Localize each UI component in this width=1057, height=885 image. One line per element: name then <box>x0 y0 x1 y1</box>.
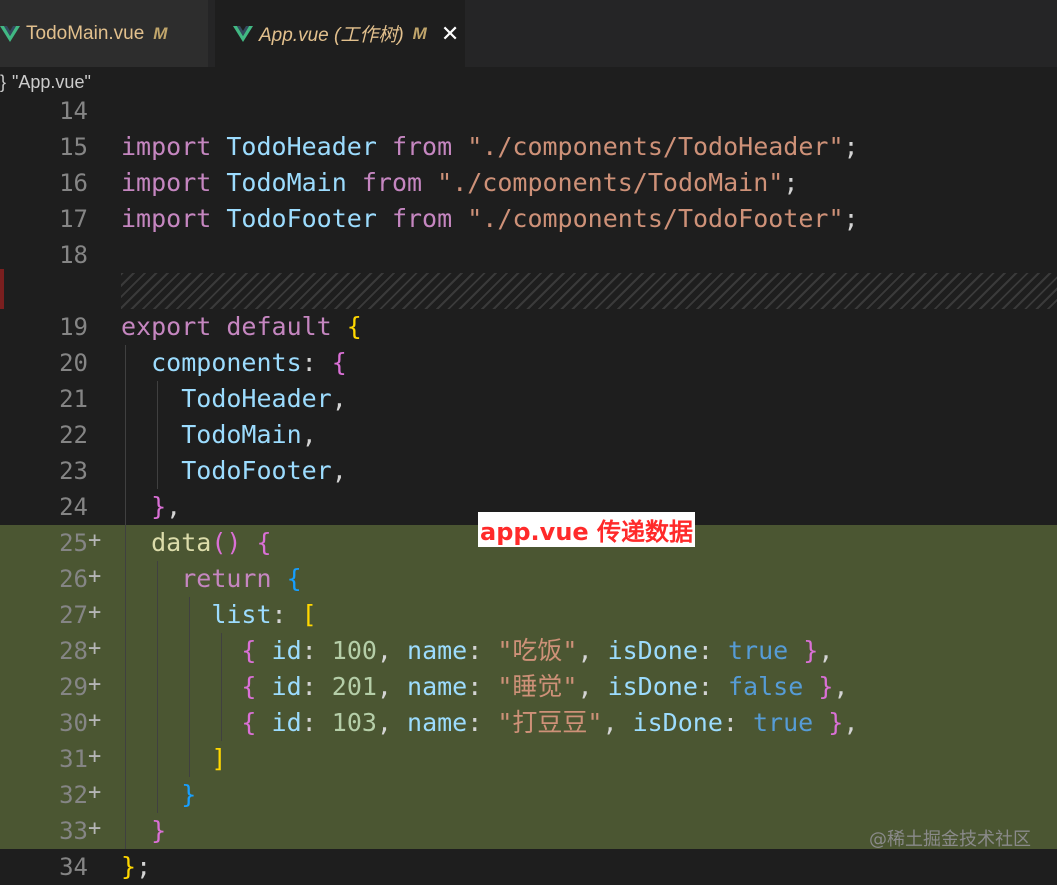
code-text: components: { <box>151 348 347 377</box>
vue-icon <box>233 25 253 42</box>
code-text: list: [ <box>211 600 317 629</box>
line-number: 15 <box>59 133 88 161</box>
line-number: 20 <box>59 349 88 377</box>
diff-deleted-region <box>121 273 1057 309</box>
tab-bar: TodoMain.vue M App.vue (工作树) M ✕ <box>0 0 1057 67</box>
code-text: import TodoFooter from "./components/Tod… <box>121 204 859 233</box>
code-line: 23 TodoFooter, <box>0 453 1057 489</box>
indent-guide <box>157 381 158 489</box>
watermark: @稀土掘金技术社区 <box>869 829 1031 850</box>
indent-guide <box>189 597 190 777</box>
code-text: import TodoMain from "./components/TodoM… <box>121 168 799 197</box>
line-number: 30 <box>59 709 88 737</box>
line-number: 27 <box>59 601 88 629</box>
breadcrumb-item[interactable]: "App.vue" <box>12 72 91 93</box>
line-number: 18 <box>59 241 88 269</box>
code-text: { id: 100, name: "吃饭", isDone: true }, <box>241 636 834 665</box>
code-line: 20 components: { <box>0 345 1057 381</box>
line-number: 25 <box>59 529 88 557</box>
line-number: 22 <box>59 421 88 449</box>
code-text: }, <box>151 492 182 521</box>
code-text: TodoFooter, <box>181 456 347 485</box>
line-number: 17 <box>59 205 88 233</box>
code-text: import TodoHeader from "./components/Tod… <box>121 132 859 161</box>
code-line-added: 32 + } <box>0 777 1057 813</box>
code-text: { id: 201, name: "睡觉", isDone: false }, <box>241 672 849 701</box>
code-line-added: 26 + return { <box>0 561 1057 597</box>
close-icon[interactable]: ✕ <box>441 21 459 47</box>
code-line: 15 import TodoHeader from "./components/… <box>0 129 1057 165</box>
code-line: 16 import TodoMain from "./components/To… <box>0 165 1057 201</box>
code-text: } <box>181 780 197 809</box>
code-text: export default { <box>121 312 362 341</box>
code-line-added: 29 + { id: 201, name: "睡觉", isDone: false… <box>0 669 1057 705</box>
code-line: 18 <box>0 237 1057 273</box>
code-line: 19 export default { <box>0 309 1057 345</box>
line-number: 16 <box>59 169 88 197</box>
line-number: 28 <box>59 637 88 665</box>
annotation-label: app.vue 传递数据 <box>478 512 696 547</box>
added-marker-icon: + <box>88 708 102 733</box>
code-line: 14 <box>0 93 1057 129</box>
indent-guide <box>221 633 222 741</box>
code-line-added: 30 + { id: 103, name: "打豆豆", isDone: true… <box>0 705 1057 741</box>
added-marker-icon: + <box>88 564 102 589</box>
code-text: ] <box>211 744 227 773</box>
code-line-added: 27 + list: [ <box>0 597 1057 633</box>
tab-todomain[interactable]: TodoMain.vue M <box>0 0 208 67</box>
line-number: 33 <box>59 817 88 845</box>
code-text: { id: 103, name: "打豆豆", isDone: true }, <box>241 708 859 737</box>
code-line: 17 import TodoFooter from "./components/… <box>0 201 1057 237</box>
added-marker-icon: + <box>88 816 102 841</box>
code-line-added: 31 + ] <box>0 741 1057 777</box>
line-number: 21 <box>59 385 88 413</box>
code-text: data() { <box>151 528 272 557</box>
line-number: 26 <box>59 565 88 593</box>
modified-badge: M <box>412 23 427 43</box>
code-text: }; <box>121 852 152 881</box>
indent-guide <box>157 561 158 813</box>
line-number: 31 <box>59 745 88 773</box>
line-number: 32 <box>59 781 88 809</box>
modified-badge: M <box>153 23 168 43</box>
line-number: 23 <box>59 457 88 485</box>
added-marker-icon: + <box>88 672 102 697</box>
tab-label: App.vue (工作树) <box>259 25 404 46</box>
code-line: 22 TodoMain, <box>0 417 1057 453</box>
code-text: } <box>151 816 167 845</box>
tab-label: TodoMain.vue <box>26 22 145 44</box>
code-text: TodoMain, <box>181 420 317 449</box>
added-marker-icon: + <box>88 636 102 661</box>
code-text: return { <box>181 564 302 593</box>
diff-deleted-marker <box>0 269 4 309</box>
code-editor[interactable]: 14 15 import TodoHeader from "./componen… <box>0 97 1057 881</box>
line-number: 24 <box>59 493 88 521</box>
added-marker-icon: + <box>88 744 102 769</box>
added-marker-icon: + <box>88 780 102 805</box>
line-number: 34 <box>59 853 88 881</box>
breadcrumb-symbol-icon: } <box>0 71 7 92</box>
line-number: 19 <box>59 313 88 341</box>
line-number: 14 <box>59 97 88 125</box>
code-line: 21 TodoHeader, <box>0 381 1057 417</box>
indent-guide <box>125 345 126 849</box>
added-marker-icon: + <box>88 600 102 625</box>
line-number: 29 <box>59 673 88 701</box>
code-line-added: 28 + { id: 100, name: "吃饭", isDone: true … <box>0 633 1057 669</box>
code-text: TodoHeader, <box>181 384 347 413</box>
code-line: 34 }; <box>0 849 1057 885</box>
vue-icon <box>0 25 20 42</box>
added-marker-icon: + <box>88 528 102 553</box>
tab-app[interactable]: App.vue (工作树) M ✕ <box>215 0 465 67</box>
